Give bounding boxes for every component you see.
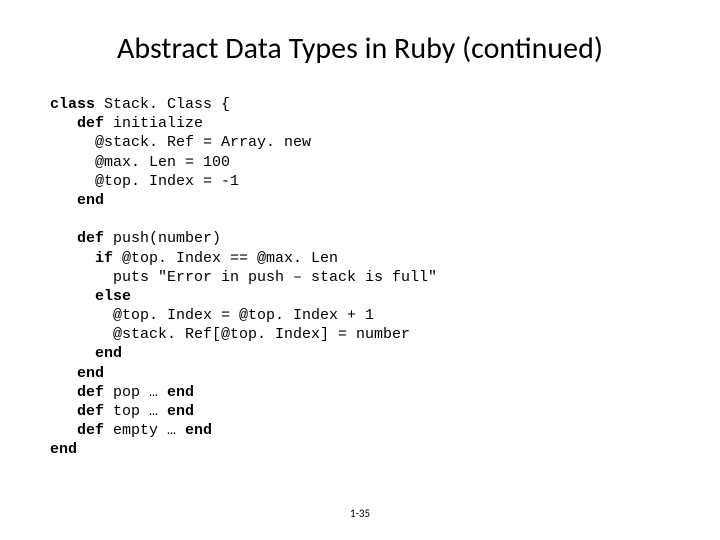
code-text: Stack. Class { bbox=[95, 96, 230, 113]
code-keyword: else bbox=[50, 288, 131, 305]
code-text: top … bbox=[104, 403, 167, 420]
code-keyword: end bbox=[50, 192, 104, 209]
code-keyword: end bbox=[50, 441, 77, 458]
code-text: initialize bbox=[104, 115, 203, 132]
code-text: @top. Index = -1 bbox=[50, 173, 239, 190]
code-keyword: end bbox=[167, 403, 194, 420]
code-keyword: end bbox=[50, 365, 104, 382]
code-keyword: end bbox=[167, 384, 194, 401]
slide: Abstract Data Types in Ruby (continued) … bbox=[0, 0, 720, 540]
code-keyword: class bbox=[50, 96, 95, 113]
code-text: @max. Len = 100 bbox=[50, 154, 230, 171]
code-block: class Stack. Class { def initialize @sta… bbox=[50, 95, 670, 460]
page-number: 1-35 bbox=[0, 507, 720, 520]
code-text: empty … bbox=[104, 422, 185, 439]
code-text: @stack. Ref[@top. Index] = number bbox=[50, 326, 410, 343]
code-keyword: end bbox=[185, 422, 212, 439]
code-text: @stack. Ref = Array. new bbox=[50, 134, 311, 151]
code-keyword: def bbox=[50, 230, 104, 247]
code-keyword: def bbox=[50, 115, 104, 132]
code-keyword: def bbox=[50, 384, 104, 401]
code-keyword: if bbox=[50, 250, 113, 267]
code-keyword: end bbox=[50, 345, 122, 362]
code-keyword: def bbox=[50, 403, 104, 420]
code-text: push(number) bbox=[104, 230, 221, 247]
code-text: @top. Index == @max. Len bbox=[113, 250, 338, 267]
code-text: puts "Error in push – stack is full" bbox=[50, 269, 437, 286]
code-keyword: def bbox=[50, 422, 104, 439]
code-text: @top. Index = @top. Index + 1 bbox=[50, 307, 374, 324]
slide-title: Abstract Data Types in Ruby (continued) bbox=[50, 30, 670, 67]
code-text: pop … bbox=[104, 384, 167, 401]
